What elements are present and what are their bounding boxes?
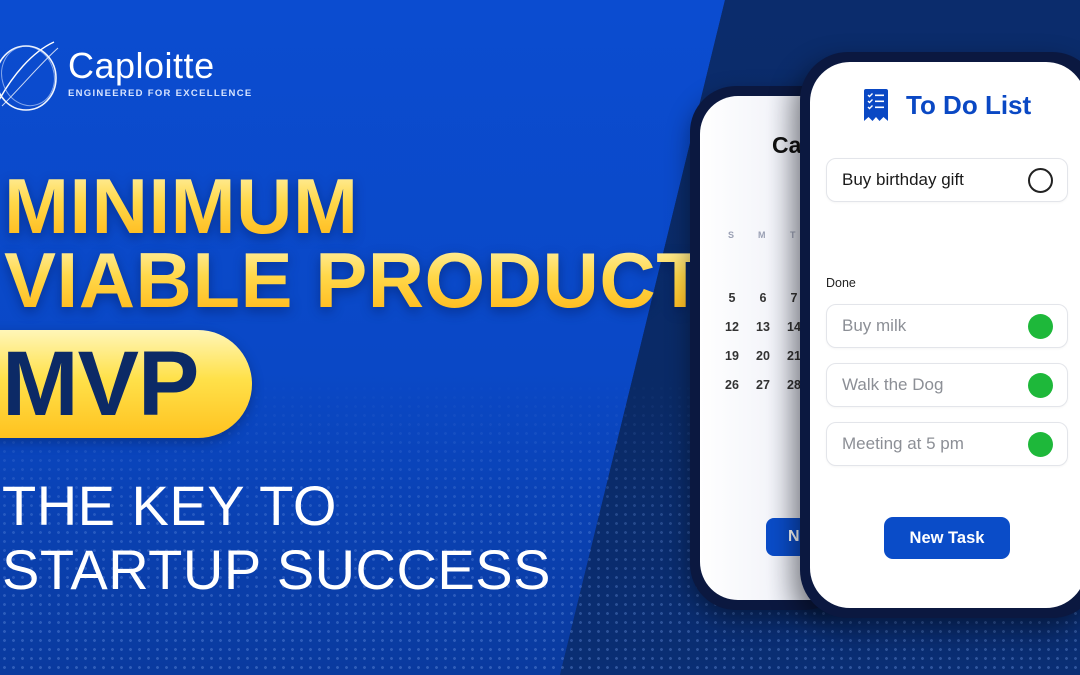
orbit-ring-icon bbox=[0, 41, 59, 111]
task-checkbox-checked[interactable] bbox=[1028, 373, 1053, 398]
headline-line-2: VIABLE PRODUCT bbox=[4, 236, 705, 324]
done-section-label: Done bbox=[826, 276, 856, 290]
subtitle-line-2: STARTUP SUCCESS bbox=[2, 538, 551, 601]
calendar-title: Ca bbox=[772, 132, 802, 158]
new-task-button[interactable]: New Task bbox=[884, 517, 1010, 559]
task-label: Walk the Dog bbox=[842, 375, 944, 394]
todo-header: To Do List bbox=[862, 88, 1031, 122]
done-task-item[interactable]: Meeting at 5 pm bbox=[826, 422, 1068, 466]
headline-line-1: MINIMUM bbox=[4, 162, 359, 250]
weekday-label: S bbox=[728, 230, 735, 240]
done-task-item[interactable]: Buy milk bbox=[826, 304, 1068, 348]
checklist-receipt-icon bbox=[864, 89, 888, 121]
calendar-day[interactable]: 6 bbox=[751, 291, 775, 305]
task-checkbox-checked[interactable] bbox=[1028, 314, 1053, 339]
brand-tagline: ENGINEERED FOR EXCELLENCE bbox=[68, 88, 253, 99]
task-checkbox-unchecked[interactable] bbox=[1028, 168, 1053, 193]
weekday-label: M bbox=[758, 230, 766, 240]
mvp-acronym: MVP bbox=[2, 333, 199, 435]
todo-title: To Do List bbox=[906, 89, 1032, 120]
todo-phone-mockup: To Do List Buy birthday gift Done Buy mi… bbox=[800, 52, 1080, 618]
calendar-day[interactable]: 19 bbox=[720, 349, 744, 363]
calendar-day[interactable]: 26 bbox=[720, 378, 744, 392]
weekday-label: T bbox=[790, 230, 796, 240]
task-label: Meeting at 5 pm bbox=[842, 434, 964, 453]
task-label: Buy milk bbox=[842, 316, 907, 335]
calendar-day[interactable]: 12 bbox=[720, 320, 744, 334]
task-label: Buy birthday gift bbox=[842, 170, 964, 189]
brand-logo: Caploitte ENGINEERED FOR EXCELLENCE bbox=[0, 36, 253, 116]
task-checkbox-checked[interactable] bbox=[1028, 432, 1053, 457]
calendar-day[interactable]: 27 bbox=[751, 378, 775, 392]
calendar-day[interactable]: 20 bbox=[751, 349, 775, 363]
calendar-day[interactable]: 5 bbox=[720, 291, 744, 305]
task-item[interactable]: Buy birthday gift bbox=[826, 158, 1068, 202]
subtitle-line-1: THE KEY TO bbox=[2, 474, 337, 537]
done-task-item[interactable]: Walk the Dog bbox=[826, 363, 1068, 407]
calendar-day[interactable]: 13 bbox=[751, 320, 775, 334]
todo-screen: To Do List Buy birthday gift Done Buy mi… bbox=[810, 62, 1080, 608]
brand-name: Caploitte bbox=[68, 45, 215, 86]
